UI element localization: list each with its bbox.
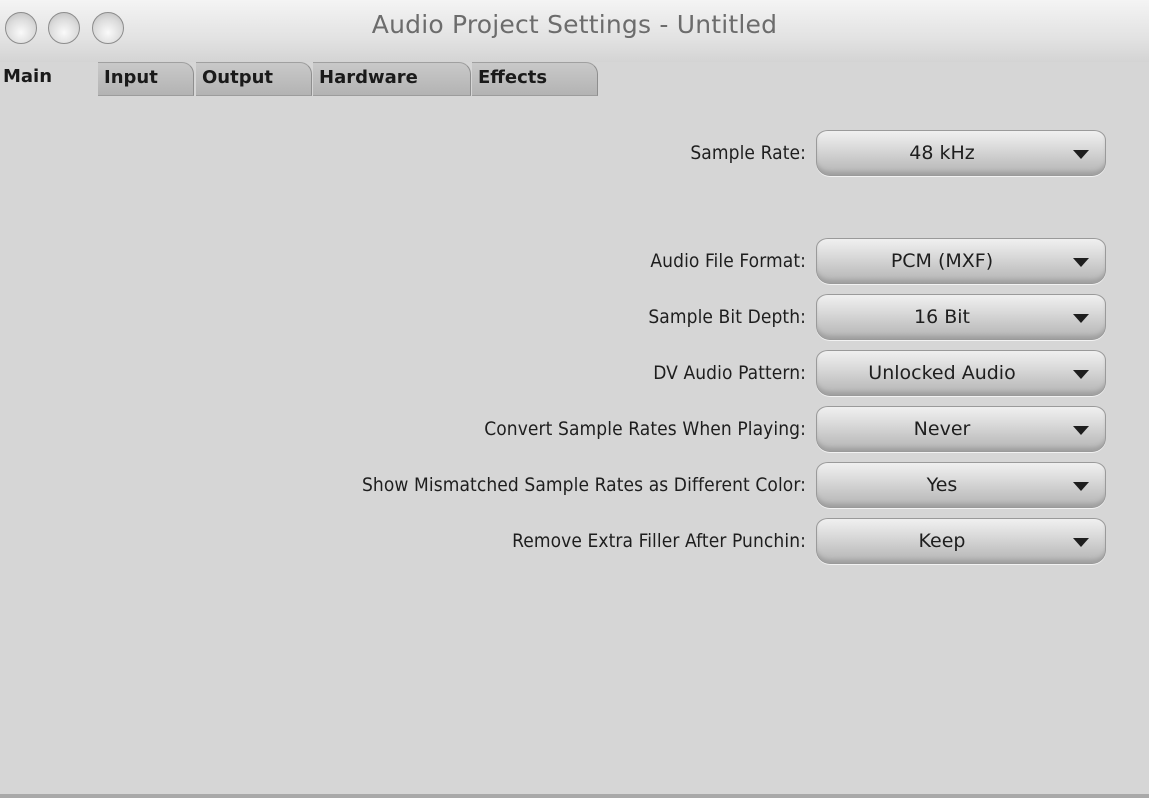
sample-rate-dropdown[interactable]: 48 kHz (816, 130, 1106, 176)
sample-bit-depth-row: Sample Bit Depth: 16 Bit (0, 294, 1149, 340)
chevron-down-icon (1073, 538, 1089, 547)
convert-sample-rates-value: Never (913, 418, 971, 440)
chevron-down-icon (1073, 482, 1089, 491)
show-mismatched-row: Show Mismatched Sample Rates as Differen… (0, 462, 1149, 508)
tab-main[interactable]: Main (0, 62, 94, 96)
dv-audio-pattern-row: DV Audio Pattern: Unlocked Audio (0, 350, 1149, 396)
remove-extra-filler-dropdown[interactable]: Keep (816, 518, 1106, 564)
audio-file-format-row: Audio File Format: PCM (MXF) (0, 238, 1149, 284)
remove-extra-filler-value: Keep (918, 530, 966, 552)
chevron-down-icon (1073, 426, 1089, 435)
convert-sample-rates-label: Convert Sample Rates When Playing: (484, 418, 806, 440)
sample-bit-depth-label: Sample Bit Depth: (648, 306, 806, 328)
audio-file-format-value: PCM (MXF) (890, 250, 994, 272)
remove-extra-filler-label: Remove Extra Filler After Punchin: (512, 530, 806, 552)
show-mismatched-value: Yes (926, 474, 958, 496)
title-bar[interactable]: Audio Project Settings - Untitled (0, 0, 1149, 63)
sample-bit-depth-value: 16 Bit (914, 306, 970, 328)
tab-input[interactable]: Input (98, 62, 194, 96)
tab-effects[interactable]: Effects (472, 62, 598, 96)
chevron-down-icon (1073, 258, 1089, 267)
show-mismatched-dropdown[interactable]: Yes (816, 462, 1106, 508)
convert-sample-rates-dropdown[interactable]: Never (816, 406, 1106, 452)
convert-sample-rates-row: Convert Sample Rates When Playing: Never (0, 406, 1149, 452)
sample-bit-depth-dropdown[interactable]: 16 Bit (816, 294, 1106, 340)
window-title: Audio Project Settings - Untitled (371, 10, 778, 39)
sample-rate-label: Sample Rate: (690, 142, 806, 164)
audio-file-format-label: Audio File Format: (650, 250, 806, 272)
chevron-down-icon (1073, 370, 1089, 379)
dv-audio-pattern-value: Unlocked Audio (868, 362, 1016, 384)
show-mismatched-label: Show Mismatched Sample Rates as Differen… (361, 474, 806, 496)
chevron-down-icon (1073, 314, 1089, 323)
sample-rate-row: Sample Rate: 48 kHz (0, 130, 1149, 176)
chevron-down-icon (1073, 150, 1089, 159)
remove-extra-filler-row: Remove Extra Filler After Punchin: Keep (0, 518, 1149, 564)
audio-project-settings-window: Audio Project Settings - Untitled Main I… (0, 0, 1149, 798)
tab-output[interactable]: Output (196, 62, 312, 96)
tab-hardware[interactable]: Hardware (313, 62, 471, 96)
tab-bar: Main Input Output Hardware Effects (0, 62, 1149, 96)
sample-rate-value: 48 kHz (909, 142, 975, 164)
audio-file-format-dropdown[interactable]: PCM (MXF) (816, 238, 1106, 284)
dv-audio-pattern-label: DV Audio Pattern: (653, 362, 806, 384)
dv-audio-pattern-dropdown[interactable]: Unlocked Audio (816, 350, 1106, 396)
